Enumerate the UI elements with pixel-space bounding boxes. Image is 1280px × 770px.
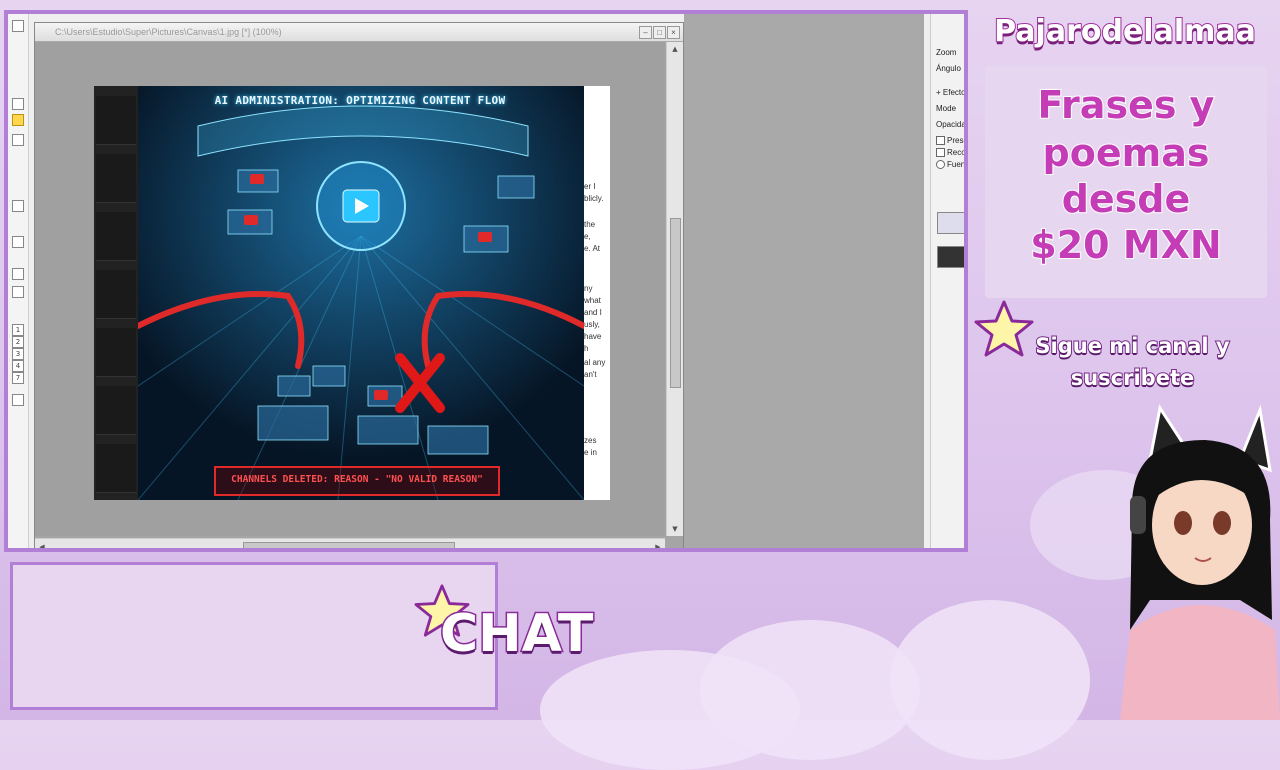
artwork-banner-box: CHANNELS DELETED: REASON - "NO VALID REA… <box>214 466 500 496</box>
plus-icon: + <box>936 88 941 97</box>
waveform-thumbnail <box>96 386 136 435</box>
subscribe-line: suscribete <box>1070 365 1196 391</box>
waveform-strip <box>94 86 138 500</box>
artwork-illustration <box>138 86 584 500</box>
vertical-scrollbar[interactable]: ▲ ▼ <box>666 42 683 536</box>
option-radio[interactable]: Fuente <box>936 160 968 170</box>
side-text-line: blicly. <box>584 194 604 203</box>
maximize-icon[interactable]: □ <box>653 26 666 39</box>
tool-number[interactable]: 7 <box>12 372 24 384</box>
tool-number[interactable]: 4 <box>12 360 24 372</box>
tool-button[interactable] <box>12 236 24 248</box>
tool-button[interactable] <box>12 200 24 212</box>
side-text-line: have <box>584 332 602 341</box>
layer-thumbnail[interactable] <box>937 212 964 234</box>
channel-name: Pajarodelalmaa <box>993 13 1257 50</box>
scroll-up-icon[interactable]: ▲ <box>670 44 680 54</box>
option-label: Preser <box>947 136 968 145</box>
option-checkbox[interactable]: Preser <box>936 136 968 146</box>
minimize-icon[interactable]: – <box>639 26 652 39</box>
side-text-line: what <box>584 296 601 305</box>
promo-line: desde <box>1061 176 1192 222</box>
tool-button[interactable] <box>12 98 24 110</box>
tool-button[interactable] <box>12 134 24 146</box>
opacity-label: Opacidad <box>936 120 968 129</box>
side-text-line: e. At <box>584 244 601 253</box>
promo-card: Frases y poemas desde $20 MXN <box>985 66 1267 298</box>
promo-line: Frases y <box>1037 82 1216 128</box>
side-text-line: e in <box>584 448 597 457</box>
effects-toggle[interactable]: + Efecto <box>936 88 966 97</box>
waveform-thumbnail <box>96 328 136 377</box>
left-toolbar: 1 2 3 4 7 <box>8 14 29 548</box>
zoom-label: Zoom <box>936 48 957 57</box>
side-text-line: and I <box>584 308 602 317</box>
close-icon[interactable]: × <box>667 26 680 39</box>
side-text-line: an't <box>584 370 597 379</box>
side-text-line: h <box>584 344 589 353</box>
side-text-line: al any <box>584 358 606 367</box>
checkbox-icon <box>936 148 945 158</box>
side-text-line: er I <box>584 182 596 191</box>
side-text-line: zes <box>584 436 597 445</box>
waveform-thumbnail <box>96 96 136 145</box>
waveform-thumbnail <box>96 212 136 261</box>
side-text-line: ny <box>584 284 593 293</box>
screen-capture-frame: 1 2 3 4 7 C:\Users\Estudio\Super\Picture… <box>4 10 968 552</box>
background-cloud <box>700 620 920 760</box>
scrollbar-thumb[interactable] <box>243 542 455 548</box>
properties-panel: Zoom Ángulo + Efecto Mode Opacidad Prese… <box>930 14 968 548</box>
angle-label: Ángulo <box>936 64 961 73</box>
artwork-image: AI ADMINISTRATION: OPTIMIZING CONTENT FL… <box>94 86 584 500</box>
chat-label: CHAT <box>438 603 594 666</box>
option-label: Fuente <box>947 160 968 169</box>
option-label: Recort <box>947 148 966 157</box>
waveform-thumbnail <box>96 270 136 319</box>
scroll-left-icon[interactable]: ◀ <box>37 542 47 548</box>
tool-button[interactable] <box>12 286 24 298</box>
tool-button[interactable] <box>12 114 24 126</box>
effects-label: Efecto <box>942 88 966 97</box>
scrollbar-thumb[interactable] <box>670 218 681 388</box>
artwork-heading: AI ADMINISTRATION: OPTIMIZING CONTENT FL… <box>214 94 506 107</box>
tool-number[interactable]: 1 <box>12 324 24 336</box>
promo-line: $20 MXN <box>1029 222 1222 268</box>
subscribe-line: Sigue mi canal y <box>1034 333 1230 359</box>
document-titlebar[interactable]: C:\Users\Estudio\Super\Pictures\Canvas\1… <box>35 23 683 42</box>
side-text-line: e, <box>584 232 591 241</box>
layer-thumbnail[interactable] <box>937 246 964 268</box>
promo-line: poemas <box>1042 130 1211 176</box>
artwork-banner-text: CHANNELS DELETED: REASON - "NO VALID REA… <box>231 474 483 485</box>
waveform-thumbnail <box>96 444 136 493</box>
browser-side-text: er I blicly. the e, e. At ny what and I … <box>584 86 610 500</box>
radio-icon <box>936 160 945 170</box>
tool-button[interactable] <box>12 394 24 406</box>
checkbox-icon <box>936 136 945 146</box>
workspace-background <box>684 14 924 548</box>
side-text-line: the <box>584 220 596 229</box>
vtuber-avatar <box>1120 404 1280 720</box>
tool-button[interactable] <box>12 20 24 32</box>
document-title: C:\Users\Estudio\Super\Pictures\Canvas\1… <box>55 27 282 37</box>
tool-number[interactable]: 2 <box>12 336 24 348</box>
mode-label: Mode <box>936 104 957 113</box>
option-checkbox[interactable]: Recort <box>936 148 966 158</box>
scroll-down-icon[interactable]: ▼ <box>670 524 680 534</box>
scroll-right-icon[interactable]: ▶ <box>653 542 663 548</box>
tool-number[interactable]: 3 <box>12 348 24 360</box>
waveform-thumbnail <box>96 154 136 203</box>
background-cloud <box>890 600 1090 760</box>
side-text-line: usly, <box>584 320 600 329</box>
tool-button[interactable] <box>12 268 24 280</box>
horizontal-scrollbar[interactable]: ◀ ▶ <box>35 538 665 548</box>
